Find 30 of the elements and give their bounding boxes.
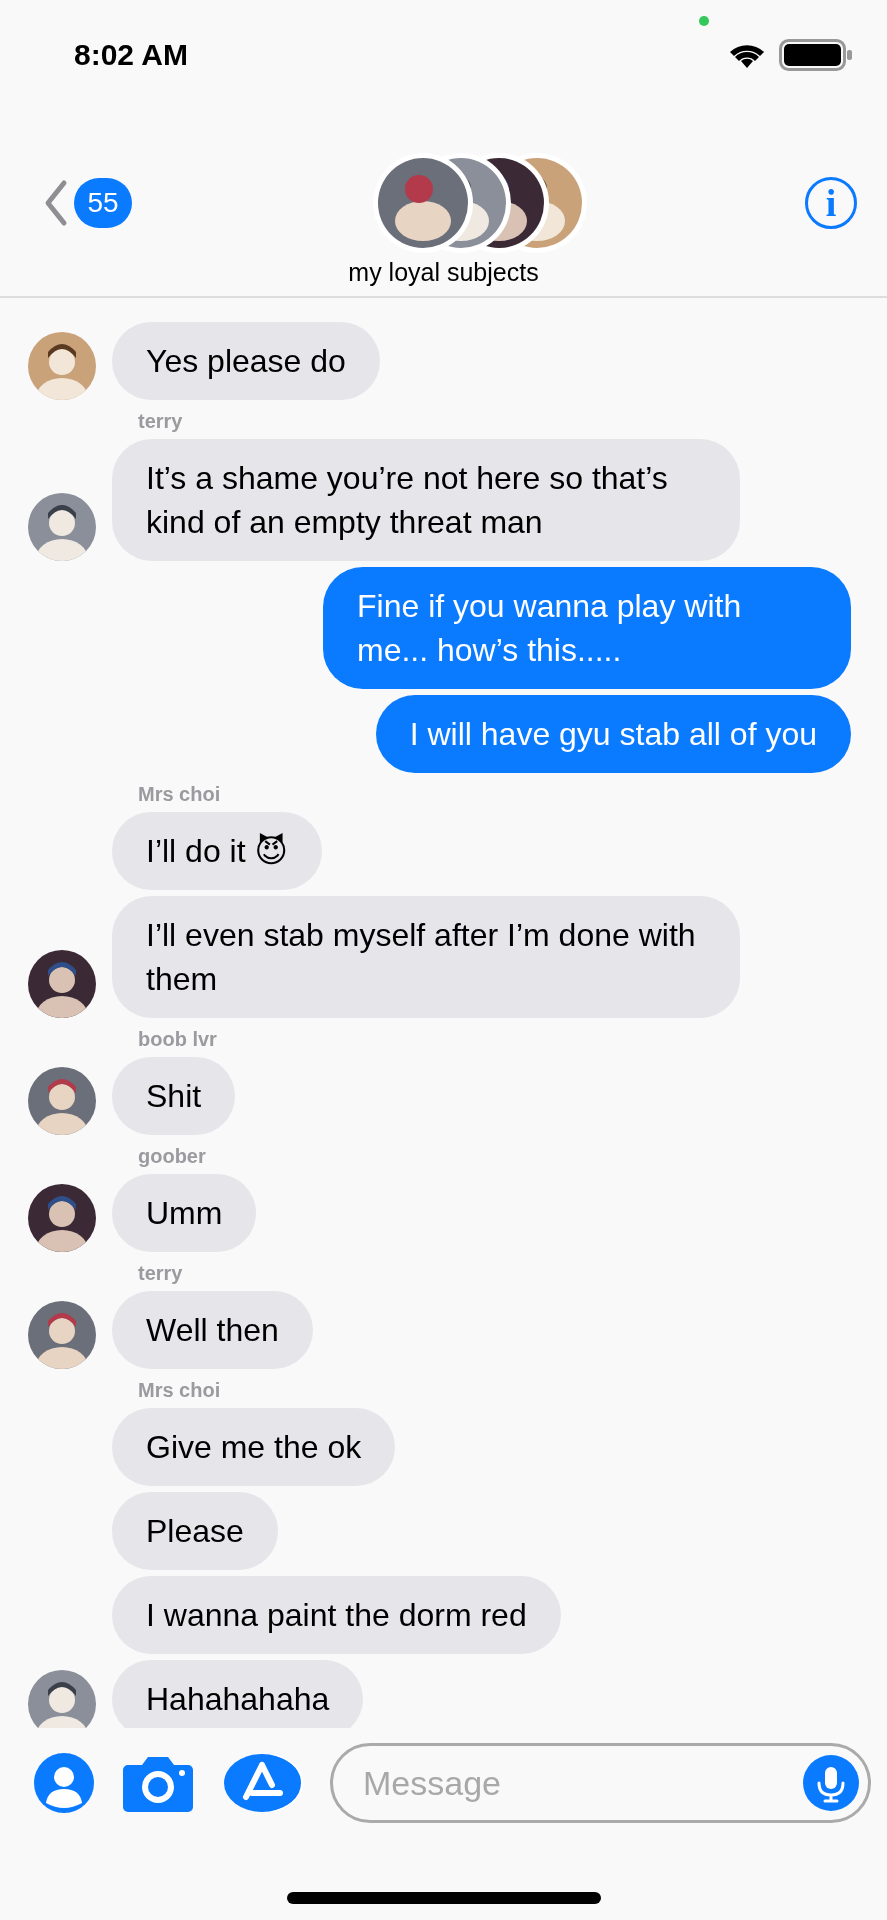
sender-name: Mrs choi	[137, 783, 222, 806]
message-bubble: Give me the ok	[112, 1408, 396, 1486]
message-bubble: I’ll even stab myself after I’m done with them	[112, 896, 740, 1018]
message-bubble: It’s a shame you’re not here so that’s kind of an empty threat man	[112, 439, 740, 561]
microphone-icon[interactable]	[803, 1755, 859, 1811]
message-bubble: Shit	[112, 1057, 236, 1135]
message-bubble: Please	[112, 1492, 278, 1570]
message-input-field[interactable]: Message	[330, 1743, 871, 1823]
back-chevron-icon	[44, 179, 68, 227]
sender-name: terry	[137, 410, 184, 433]
message-bubble: I’ll do it 😈	[112, 812, 322, 890]
message-bubble: Hahahahaha	[112, 1660, 364, 1728]
message-bubble: Fine if you wanna play with me... how’s this.....	[323, 567, 851, 689]
message-bubble: Umm	[112, 1174, 257, 1252]
status-time: 8:02 AM	[74, 38, 189, 72]
message-bubble: I will have gyu stab all of you	[375, 695, 851, 773]
back-button[interactable]: 55	[44, 178, 132, 228]
sender-name: terry	[137, 1262, 184, 1285]
conversation-title: my loyal subjects	[348, 258, 539, 287]
camera-indicator-icon	[699, 16, 709, 26]
message-bubble: Well then	[112, 1291, 313, 1369]
unread-count-badge: 55	[74, 178, 132, 228]
contact-icon[interactable]	[34, 1753, 94, 1813]
info-button[interactable]: i	[805, 177, 857, 229]
message-bubble: I wanna paint the dorm red	[112, 1576, 561, 1654]
sender-name: boob lvr	[137, 1028, 218, 1051]
message-bubble: Yes please do	[112, 322, 380, 400]
sender-name: Mrs choi	[137, 1379, 222, 1402]
battery-icon	[779, 39, 853, 71]
sender-name: goober	[137, 1145, 207, 1168]
